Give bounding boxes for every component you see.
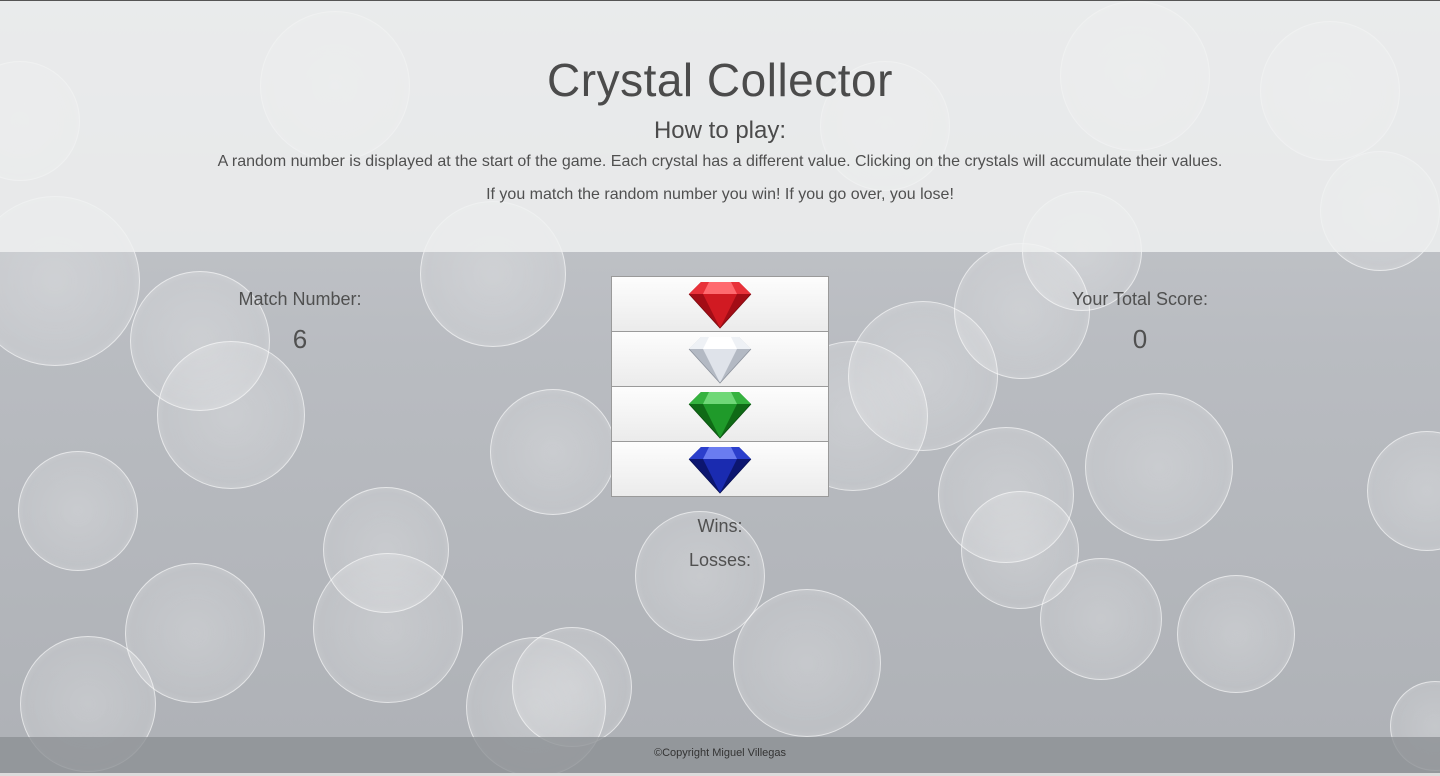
white-crystal-icon <box>688 337 752 384</box>
instructions-text-2: If you match the random number you win! … <box>486 186 954 203</box>
blue-crystal-icon <box>688 447 752 494</box>
total-score-panel: Your Total Score: 0 <box>990 289 1290 355</box>
green-crystal-button[interactable] <box>611 386 829 442</box>
wins-label: Wins: <box>697 516 743 536</box>
header-panel: Crystal Collector How to play: A random … <box>0 1 1440 252</box>
copyright-text: ©Copyright Miguel Villegas <box>653 747 787 759</box>
instructions-text-1: A random number is displayed at the star… <box>217 153 1223 170</box>
blue-crystal-button[interactable] <box>611 441 829 497</box>
green-crystal-icon <box>688 392 752 439</box>
match-number-value: 6 <box>292 324 308 354</box>
white-crystal-button[interactable] <box>611 331 829 387</box>
red-crystal-icon <box>688 282 752 329</box>
page-title: Crystal Collector <box>547 54 893 106</box>
total-score-value: 0 <box>1132 324 1148 354</box>
how-to-play-heading: How to play: <box>653 117 787 144</box>
total-score-label: Your Total Score: <box>1071 289 1209 309</box>
losses-label: Losses: <box>688 550 752 570</box>
footer: ©Copyright Miguel Villegas <box>0 737 1440 773</box>
red-crystal-button[interactable] <box>611 276 829 332</box>
match-number-label: Match Number: <box>238 289 362 309</box>
match-number-panel: Match Number: 6 <box>150 289 450 355</box>
crystal-stack <box>611 276 829 497</box>
